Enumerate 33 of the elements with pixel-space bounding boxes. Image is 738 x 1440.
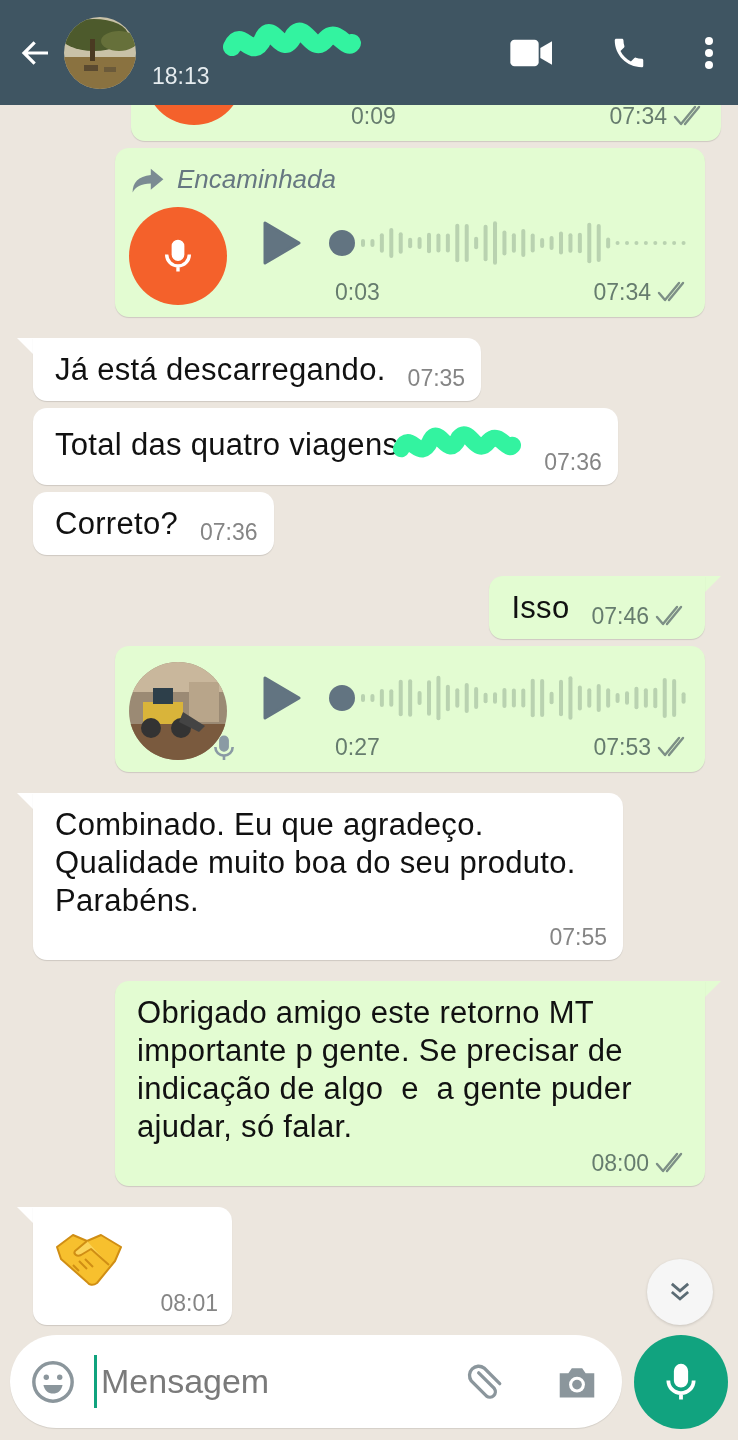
scroll-down-button[interactable] — [647, 1259, 713, 1325]
voice-duration: 0:03 — [335, 277, 380, 307]
message-time: 07:35 — [407, 364, 466, 392]
message-text: Isso — [511, 589, 570, 627]
progress-thumb[interactable] — [329, 230, 355, 256]
play-button[interactable] — [263, 220, 301, 266]
play-icon — [263, 675, 301, 721]
more-options-icon[interactable] — [704, 35, 714, 70]
message-time: 08:00 — [591, 1149, 649, 1177]
message-time: 07:36 — [544, 448, 602, 476]
message-text: Combinado. Eu que agradeço. Qualidade muito boa do seu produto. Parabéns. — [55, 806, 576, 920]
message-time: 07:34 — [609, 105, 667, 130]
message-time: 07:53 — [593, 733, 651, 761]
message-text: Total das quatro viagens — [55, 421, 523, 476]
message-text: Obrigado amigo este retorno MT importante p gente. Se precisar de indicação de algo e a gente puder ajudar, só falar. — [137, 994, 633, 1146]
video-call-icon[interactable] — [510, 37, 554, 68]
message-text: Já está descarregando. — [55, 351, 386, 389]
message-time: 07:34 — [593, 278, 651, 306]
message-field[interactable]: Mensagem — [94, 1355, 446, 1408]
message-time: 07:36 — [200, 518, 258, 546]
voice-duration: 0:09 — [351, 105, 396, 131]
progress-thumb[interactable] — [329, 685, 355, 711]
composer-bar[interactable]: Mensagem — [10, 1335, 622, 1428]
play-icon — [263, 220, 301, 266]
contact-status: 18:13 — [152, 62, 210, 89]
message-time: 07:55 — [549, 923, 607, 951]
emoji-icon[interactable] — [30, 1358, 76, 1405]
message-time: 08:01 — [160, 1289, 218, 1317]
play-button[interactable] — [263, 675, 301, 721]
message-time: 07:46 — [591, 602, 649, 630]
voice-duration: 0:27 — [335, 732, 380, 762]
message-text: Correto? — [55, 505, 178, 543]
forwarded-label: Encaminhada — [177, 163, 336, 196]
